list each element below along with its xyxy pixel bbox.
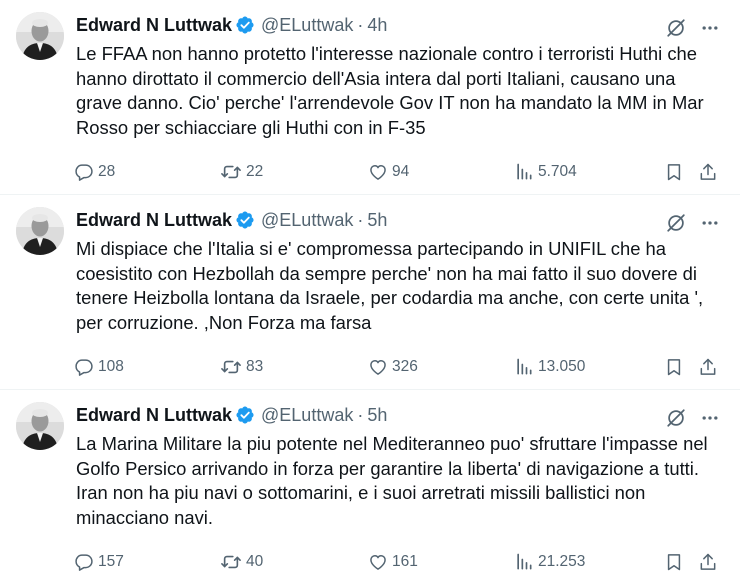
views-icon — [514, 162, 534, 182]
like-button[interactable]: 161 — [368, 550, 418, 574]
verified-badge-icon — [235, 15, 255, 35]
like-count: 161 — [392, 553, 418, 570]
tweet-actions: 108 83 326 13.050 — [74, 355, 726, 379]
author-name[interactable]: Edward N Luttwak — [76, 13, 232, 37]
verified-badge-icon — [235, 210, 255, 230]
repost-count: 22 — [246, 163, 264, 180]
tweet[interactable]: Edward N Luttwak @ELuttwak · 4h Le FFAA … — [0, 0, 740, 195]
avatar[interactable] — [16, 12, 64, 60]
share-button[interactable] — [698, 160, 718, 184]
avatar[interactable] — [16, 207, 64, 255]
grok-icon[interactable] — [664, 211, 688, 235]
separator-dot: · — [357, 210, 364, 230]
share-button[interactable] — [698, 550, 718, 574]
views-count: 13.050 — [538, 358, 586, 375]
views-button[interactable]: 21.253 — [514, 550, 585, 574]
timeline: Edward N Luttwak @ELuttwak · 4h Le FFAA … — [0, 0, 740, 585]
repost-button[interactable]: 83 — [220, 355, 263, 379]
repost-count: 83 — [246, 358, 264, 375]
bookmark-button[interactable] — [664, 355, 684, 379]
tweet-header: Edward N Luttwak @ELuttwak · 5h — [76, 403, 387, 427]
views-button[interactable]: 13.050 — [514, 355, 585, 379]
tweet-actions: 157 40 161 21.253 — [74, 550, 726, 574]
like-count: 326 — [392, 358, 418, 375]
timestamp[interactable]: 5h — [367, 208, 387, 232]
bookmark-button[interactable] — [664, 160, 684, 184]
tweet-header: Edward N Luttwak @ELuttwak · 4h — [76, 13, 387, 37]
reply-button[interactable]: 108 — [74, 355, 124, 379]
views-count: 21.253 — [538, 553, 586, 570]
reply-icon — [74, 552, 94, 572]
views-button[interactable]: 5.704 — [514, 160, 577, 184]
repost-button[interactable]: 22 — [220, 160, 263, 184]
reply-icon — [74, 162, 94, 182]
tweet[interactable]: Edward N Luttwak @ELuttwak · 5h — [0, 195, 740, 390]
tweet-text: Mi dispiace che l'Italia si e' compromes… — [76, 238, 704, 333]
author-handle[interactable]: @ELuttwak — [261, 208, 353, 232]
reply-button[interactable]: 28 — [74, 160, 115, 184]
views-count: 5.704 — [538, 163, 577, 180]
repost-icon — [220, 357, 242, 377]
separator-dot: · — [357, 405, 364, 425]
grok-icon[interactable] — [664, 16, 688, 40]
repost-icon — [220, 552, 242, 572]
share-button[interactable] — [698, 355, 718, 379]
like-icon — [368, 357, 388, 377]
views-icon — [514, 357, 534, 377]
tweet-text: La Marina Militare la piu potente nel Me… — [76, 433, 708, 528]
repost-button[interactable]: 40 — [220, 550, 263, 574]
reply-icon — [74, 357, 94, 377]
tweet[interactable]: Edward N Luttwak @ELuttwak · 5h — [0, 390, 740, 585]
author-name[interactable]: Edward N Luttwak — [76, 403, 232, 427]
repost-icon — [220, 162, 242, 182]
bookmark-icon — [664, 552, 684, 572]
author-handle[interactable]: @ELuttwak — [261, 13, 353, 37]
author-name[interactable]: Edward N Luttwak — [76, 208, 232, 232]
repost-count: 40 — [246, 553, 264, 570]
more-icon[interactable] — [698, 16, 722, 40]
tweet-actions: 28 22 94 5.704 — [74, 160, 726, 184]
timestamp[interactable]: 5h — [367, 403, 387, 427]
like-icon — [368, 552, 388, 572]
timestamp[interactable]: 4h — [367, 13, 387, 37]
like-button[interactable]: 326 — [368, 355, 418, 379]
tweet-text: Le FFAA non hanno protetto l'interesse n… — [76, 43, 704, 138]
bookmark-icon — [664, 162, 684, 182]
like-icon — [368, 162, 388, 182]
like-count: 94 — [392, 163, 410, 180]
verified-badge-icon — [235, 405, 255, 425]
reply-count: 28 — [98, 163, 116, 180]
share-icon — [698, 162, 718, 182]
more-icon[interactable] — [698, 406, 722, 430]
more-icon[interactable] — [698, 211, 722, 235]
share-icon — [698, 552, 718, 572]
views-icon — [514, 552, 534, 572]
share-icon — [698, 357, 718, 377]
bookmark-icon — [664, 357, 684, 377]
author-handle[interactable]: @ELuttwak — [261, 403, 353, 427]
like-button[interactable]: 94 — [368, 160, 409, 184]
tweet-header: Edward N Luttwak @ELuttwak · 5h — [76, 208, 387, 232]
reply-count: 108 — [98, 358, 124, 375]
separator-dot: · — [357, 15, 364, 35]
grok-icon[interactable] — [664, 406, 688, 430]
avatar[interactable] — [16, 402, 64, 450]
reply-button[interactable]: 157 — [74, 550, 124, 574]
reply-count: 157 — [98, 553, 124, 570]
bookmark-button[interactable] — [664, 550, 684, 574]
